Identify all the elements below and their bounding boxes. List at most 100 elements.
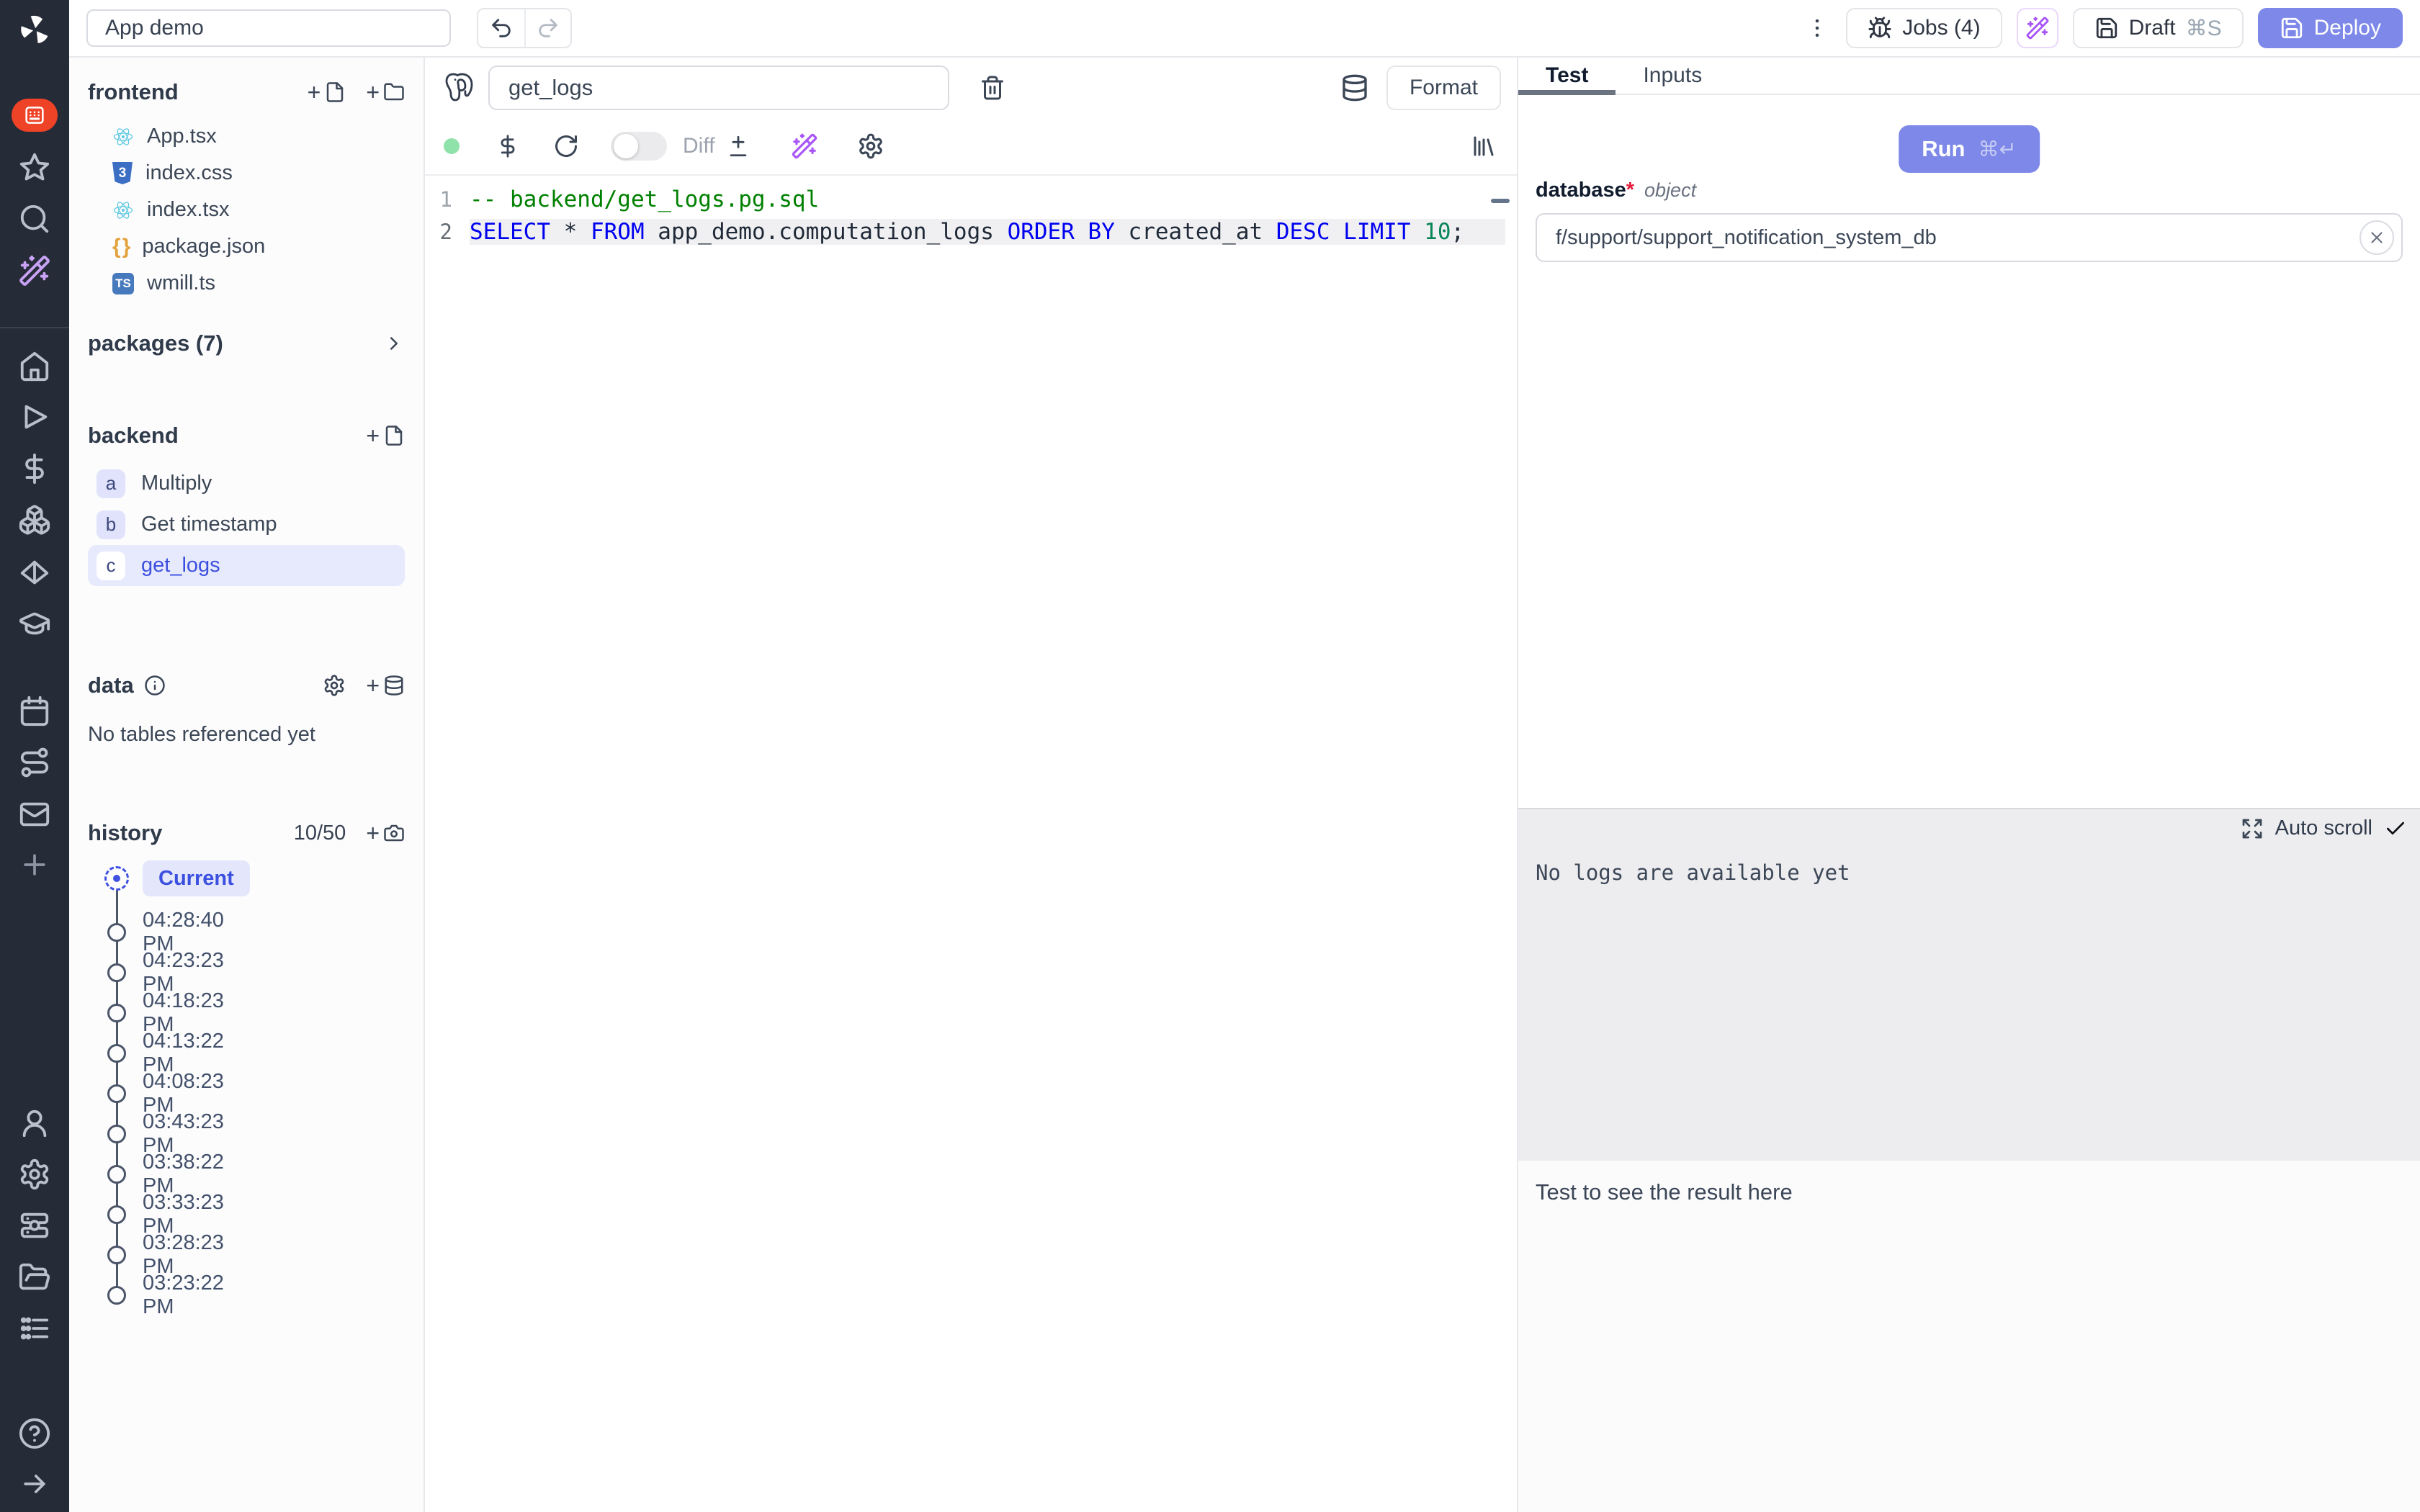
required-asterisk: * [1626, 179, 1634, 202]
file-item[interactable]: TSwmill.ts [88, 265, 405, 302]
frontend-section: frontend + + App.tsx3index.cssindex.tsx{… [88, 75, 405, 302]
script-badge: a [97, 469, 125, 498]
react-icon [112, 126, 134, 148]
tab-inputs[interactable]: Inputs [1615, 58, 1729, 94]
file-label: wmill.ts [147, 271, 215, 295]
backend-section: backend + aMultiplybGet timestampcget_lo… [88, 418, 405, 586]
delete-script-button[interactable] [980, 75, 1005, 101]
diff-plus-minus-button[interactable] [726, 134, 750, 158]
audit-logs-list-icon[interactable] [18, 1312, 51, 1345]
file-label: App.tsx [147, 125, 217, 148]
backend-script-item[interactable]: bGet timestamp [88, 504, 405, 545]
data-empty-text: No tables referenced yet [88, 723, 405, 747]
app-title-input[interactable] [86, 9, 451, 47]
test-panel: Test Inputs Run ⌘↵ database* object Auto… [1518, 58, 2420, 1512]
diff-toggle[interactable] [611, 132, 667, 161]
academy-cap-icon[interactable] [18, 607, 51, 640]
file-item[interactable]: App.tsx [88, 118, 405, 155]
script-label: Multiply [141, 472, 212, 495]
runs-play-icon[interactable] [18, 400, 51, 433]
ai-wand-icon[interactable] [18, 254, 51, 287]
add-folder-button[interactable]: + [366, 81, 405, 104]
draft-label: Draft [2129, 16, 2176, 40]
draft-button[interactable]: Draft ⌘S [2073, 8, 2244, 48]
clear-resource-button[interactable] [2360, 220, 2394, 255]
packages-section-header[interactable]: packages (7) [88, 326, 405, 361]
database-resource-input[interactable] [1536, 213, 2403, 262]
schema-explorer-button[interactable] [1340, 73, 1369, 102]
run-button[interactable]: Run ⌘↵ [1899, 125, 2040, 173]
tab-test[interactable]: Test [1518, 58, 1615, 94]
check-icon[interactable] [2384, 817, 2407, 840]
info-icon[interactable] [144, 675, 166, 696]
code-line[interactable]: 1-- backend/get_logs.pg.sql [425, 183, 1517, 215]
favorites-star-icon[interactable] [18, 151, 51, 184]
jobs-button[interactable]: Jobs (4) [1846, 8, 2002, 48]
file-item[interactable]: 3index.css [88, 155, 405, 192]
more-options-kebab-icon[interactable] [1803, 8, 1832, 48]
file-icon [383, 425, 405, 446]
file-label: index.css [145, 161, 233, 185]
help-icon[interactable] [18, 1417, 51, 1450]
result-placeholder-text: Test to see the result here [1518, 1161, 2420, 1205]
flows-route-icon[interactable] [18, 746, 51, 779]
workers-icon[interactable] [18, 1209, 51, 1242]
code-area[interactable]: 1-- backend/get_logs.pg.sql2SELECT * FRO… [425, 176, 1517, 248]
script-name-input[interactable] [488, 66, 949, 110]
frontend-file-list: App.tsx 3index.cssindex.tsx{ }package.jso… [88, 118, 405, 302]
current-badge[interactable]: Current [143, 860, 250, 896]
search-icon[interactable] [18, 202, 51, 235]
auto-scroll-label[interactable]: Auto scroll [2275, 816, 2372, 840]
library-icon[interactable] [1471, 133, 1497, 159]
line-number: 1 [425, 187, 470, 212]
triggers-diamond-icon[interactable] [18, 556, 51, 589]
add-script-button[interactable]: + [366, 424, 405, 447]
app-switcher-icon[interactable] [12, 99, 58, 132]
gear-icon [857, 132, 884, 160]
code-line[interactable]: 2SELECT * FROM app_demo.computation_logs… [425, 215, 1517, 248]
refresh-button[interactable] [553, 133, 579, 159]
format-button[interactable]: Format [1386, 66, 1501, 110]
line-number: 2 [425, 220, 470, 244]
settings-gear-icon[interactable] [18, 1158, 51, 1191]
status-dot [444, 138, 460, 154]
editor-settings-button[interactable] [857, 132, 884, 160]
close-icon [2367, 228, 2386, 247]
file-item[interactable]: { }package.json [88, 228, 405, 265]
json-braces-icon: { } [112, 235, 129, 259]
backend-script-item[interactable]: a Multiply [88, 463, 405, 504]
windmill-logo[interactable] [18, 13, 51, 46]
schedules-calendar-icon[interactable] [18, 695, 51, 728]
save-icon [2280, 16, 2304, 40]
folders-icon[interactable] [18, 1261, 51, 1294]
data-settings-gear-icon[interactable] [323, 674, 346, 697]
variables-dollar-icon[interactable] [18, 452, 51, 485]
deploy-button[interactable]: Deploy [2258, 8, 2403, 48]
panel-resize-handle[interactable] [1491, 199, 1510, 203]
ai-assistant-button[interactable] [2017, 8, 2058, 48]
database-icon [383, 675, 405, 696]
add-snapshot-button[interactable]: + [366, 822, 405, 845]
add-table-button[interactable]: + [366, 674, 405, 697]
mail-icon[interactable] [18, 798, 51, 831]
run-shortcut: ⌘↵ [1978, 137, 2016, 162]
expand-icon[interactable] [2241, 817, 2264, 840]
packages-title: packages (7) [88, 330, 223, 356]
expand-rail-arrow-icon[interactable] [19, 1468, 50, 1500]
resources-boxes-icon[interactable] [18, 503, 51, 536]
script-badge: c [97, 552, 125, 580]
timeline-dot-icon [107, 1286, 126, 1305]
ai-edit-button[interactable] [791, 132, 818, 160]
variables-dollar-button[interactable] [496, 134, 520, 158]
undo-button[interactable] [478, 9, 524, 47]
bug-icon [1868, 16, 1892, 40]
data-section: data + No tables referenced yet [88, 668, 405, 747]
redo-button[interactable] [524, 9, 570, 47]
account-user-icon[interactable] [18, 1107, 51, 1140]
file-item[interactable]: index.tsx [88, 192, 405, 228]
add-plus-icon[interactable] [19, 849, 50, 881]
backend-script-item[interactable]: cget_logs [88, 545, 405, 586]
home-icon[interactable] [18, 349, 51, 382]
add-file-button[interactable]: + [308, 81, 346, 104]
topbar: Jobs (4) Draft ⌘S Deploy [69, 0, 2420, 58]
